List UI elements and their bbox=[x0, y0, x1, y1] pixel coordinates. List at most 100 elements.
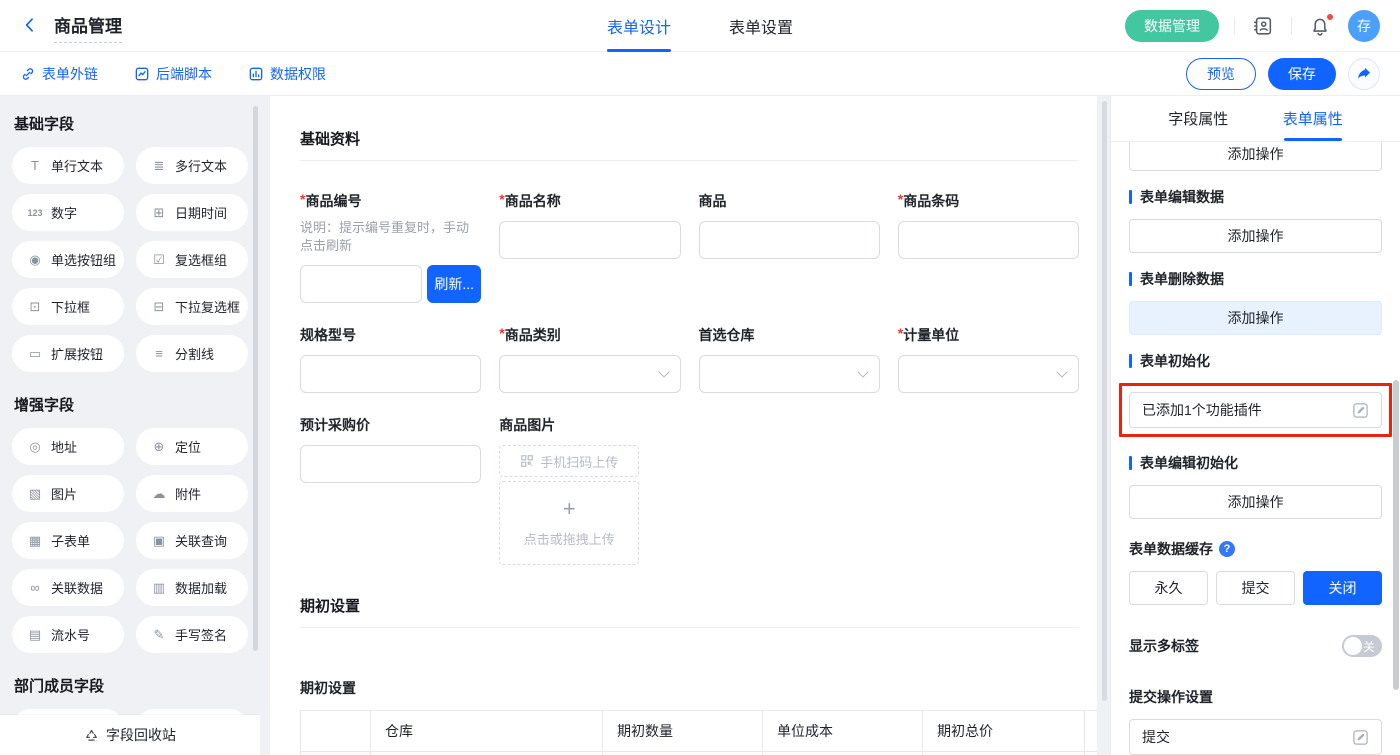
tab-form-settings[interactable]: 表单设置 bbox=[729, 0, 793, 52]
form-external-link[interactable]: 表单外链 bbox=[20, 64, 98, 84]
sidebar-item-number[interactable]: 123数字 bbox=[12, 194, 124, 231]
unit-select[interactable] bbox=[898, 355, 1079, 393]
add-action-button-edit-init[interactable]: 添加操作 bbox=[1129, 485, 1382, 519]
back-icon[interactable] bbox=[20, 15, 42, 37]
sidebar-item-signature[interactable]: ✎手写签名 bbox=[136, 616, 248, 653]
add-action-button-delete[interactable]: 添加操作 bbox=[1129, 301, 1382, 335]
data-load-icon: ▥ bbox=[151, 580, 167, 596]
field-unit[interactable]: *计量单位 bbox=[898, 325, 1079, 393]
data-manage-button[interactable]: 数据管理 bbox=[1125, 10, 1219, 42]
spec-model-input[interactable] bbox=[300, 355, 481, 393]
product-input[interactable] bbox=[699, 221, 880, 259]
sidebar-item-subform[interactable]: ▦子表单 bbox=[12, 522, 124, 559]
purchase-price-input[interactable] bbox=[300, 445, 481, 483]
field-purchase-price[interactable]: 预计采购价 bbox=[300, 415, 481, 565]
subform-title: 期初设置 bbox=[300, 678, 1079, 698]
field-label: 首选仓库 bbox=[699, 325, 880, 345]
form-canvas[interactable]: 基础资料 *商品编号 说明：提示编号重复时，手动点击刷新 刷新... *商品名称… bbox=[270, 96, 1097, 755]
share-icon[interactable] bbox=[1348, 58, 1380, 90]
add-action-button-top[interactable]: 添加操作 bbox=[1129, 142, 1382, 171]
notification-bell-icon[interactable] bbox=[1307, 13, 1333, 39]
cache-option-submit[interactable]: 提交 bbox=[1216, 571, 1295, 605]
sidebar-item-serial-number[interactable]: ▤流水号 bbox=[12, 616, 124, 653]
submit-action-field[interactable]: 提交 bbox=[1129, 719, 1382, 755]
drag-upload-label: 点击或拖拽上传 bbox=[524, 529, 615, 548]
signature-icon: ✎ bbox=[151, 627, 167, 643]
form-data-cache-label: 表单数据缓存 ? bbox=[1129, 539, 1382, 559]
product-barcode-input[interactable] bbox=[898, 221, 1079, 259]
sidebar-item-attachment[interactable]: ☁附件 bbox=[136, 475, 248, 512]
page-scrollbar[interactable] bbox=[1393, 380, 1399, 690]
sidebar-item-address[interactable]: ◎地址 bbox=[12, 428, 124, 465]
sidebar-scrollbar[interactable] bbox=[253, 106, 258, 651]
avatar[interactable]: 存 bbox=[1348, 10, 1380, 42]
cache-option-forever[interactable]: 永久 bbox=[1129, 571, 1208, 605]
subform-icon: ▦ bbox=[27, 533, 43, 549]
product-category-select[interactable] bbox=[499, 355, 680, 393]
panel-tabs: 字段属性 表单属性 bbox=[1111, 96, 1400, 142]
field-label: *商品名称 bbox=[499, 191, 680, 211]
save-button[interactable]: 保存 bbox=[1268, 58, 1336, 90]
sidebar-item-linked-query[interactable]: ▣关联查询 bbox=[136, 522, 248, 559]
preferred-warehouse-select[interactable] bbox=[699, 355, 880, 393]
field-product[interactable]: 商品 bbox=[699, 191, 880, 303]
divider bbox=[1234, 17, 1235, 35]
sidebar-groups: 基础字段T单行文本≣多行文本123数字⊞日期时间◉单选按钮组☑复选框组⊡下拉框⊟… bbox=[0, 113, 260, 755]
field-product-code[interactable]: *商品编号 说明：提示编号重复时，手动点击刷新 刷新... bbox=[300, 191, 481, 303]
preview-button[interactable]: 预览 bbox=[1186, 58, 1256, 90]
field-preferred-warehouse[interactable]: 首选仓库 bbox=[699, 325, 880, 393]
serial-number-icon: ▤ bbox=[27, 627, 43, 643]
sidebar-item-datetime[interactable]: ⊞日期时间 bbox=[136, 194, 248, 231]
notification-dot bbox=[1326, 13, 1334, 21]
sidebar-group-title: 部门成员字段 bbox=[14, 675, 246, 696]
edit-icon[interactable] bbox=[1352, 729, 1369, 746]
product-name-input[interactable] bbox=[499, 221, 680, 259]
sidebar-item-radio-group[interactable]: ◉单选按钮组 bbox=[12, 241, 124, 278]
edit-icon[interactable] bbox=[1352, 402, 1369, 419]
sidebar-item-checkbox-group[interactable]: ☑复选框组 bbox=[136, 241, 248, 278]
sidebar-item-data-load[interactable]: ▥数据加载 bbox=[136, 569, 248, 606]
contact-book-icon[interactable] bbox=[1250, 13, 1276, 39]
field-label: *计量单位 bbox=[898, 325, 1079, 345]
field-product-name[interactable]: *商品名称 bbox=[499, 191, 680, 303]
form-init-plugin-field[interactable]: 已添加1个功能插件 bbox=[1129, 392, 1382, 428]
field-product-image[interactable]: 商品图片 手机扫码上传 + 点击或拖拽上传 bbox=[499, 415, 680, 565]
tab-field-properties[interactable]: 字段属性 bbox=[1141, 96, 1256, 141]
sidebar-item-location[interactable]: ⊕定位 bbox=[136, 428, 248, 465]
tab-form-design[interactable]: 表单设计 bbox=[607, 0, 671, 52]
single-line-text-icon: T bbox=[27, 158, 43, 173]
section-divider bbox=[300, 160, 1079, 161]
refresh-button[interactable]: 刷新... bbox=[427, 265, 481, 303]
field-spec-model[interactable]: 规格型号 bbox=[300, 325, 481, 393]
drag-upload-area[interactable]: + 点击或拖拽上传 bbox=[499, 481, 639, 565]
data-permission-link[interactable]: 数据权限 bbox=[248, 64, 326, 84]
product-code-input[interactable] bbox=[300, 265, 422, 303]
attachment-icon: ☁ bbox=[151, 486, 167, 502]
sidebar-item-extend-button[interactable]: ▭扩展按钮 bbox=[12, 335, 124, 372]
sidebar-item-multi-line-text[interactable]: ≣多行文本 bbox=[136, 147, 248, 184]
tab-form-properties[interactable]: 表单属性 bbox=[1256, 96, 1371, 141]
add-action-button-edit[interactable]: 添加操作 bbox=[1129, 219, 1382, 253]
field-product-barcode[interactable]: *商品条码 bbox=[898, 191, 1079, 303]
field-recycle-bin[interactable]: 字段回收站 bbox=[0, 715, 260, 755]
backend-script-link[interactable]: 后端脚本 bbox=[134, 64, 212, 84]
sidebar-item-multi-select[interactable]: ⊟下拉复选框 bbox=[136, 288, 248, 325]
multi-tab-toggle[interactable]: 关 bbox=[1342, 635, 1382, 657]
main-tabs: 表单设计 表单设置 bbox=[607, 0, 793, 52]
field-product-category[interactable]: *商品类别 bbox=[499, 325, 680, 393]
field-label: *商品编号 bbox=[300, 191, 481, 211]
cache-option-close[interactable]: 关闭 bbox=[1303, 571, 1382, 605]
sidebar-item-divider[interactable]: ≡分割线 bbox=[136, 335, 248, 372]
sidebar-item-image[interactable]: ▧图片 bbox=[12, 475, 124, 512]
linked-query-icon: ▣ bbox=[151, 533, 167, 549]
scan-upload-button[interactable]: 手机扫码上传 bbox=[499, 445, 639, 477]
canvas-scrollbar[interactable] bbox=[1102, 101, 1107, 701]
subform-table[interactable]: 仓库期初数量单位成本期初总价商1 bbox=[300, 710, 1097, 755]
sidebar-item-select[interactable]: ⊡下拉框 bbox=[12, 288, 124, 325]
help-icon[interactable]: ? bbox=[1219, 541, 1235, 557]
top-bar: 商品管理 表单设计 表单设置 数据管理 存 bbox=[0, 0, 1400, 52]
sidebar-item-single-line-text[interactable]: T单行文本 bbox=[12, 147, 124, 184]
sidebar-item-linked-data[interactable]: ∞关联数据 bbox=[12, 569, 124, 606]
panel-scroll-content: 添加操作 表单编辑数据 添加操作 表单删除数据 添加操作 表单初始化 已添加1个… bbox=[1111, 142, 1400, 755]
divider-icon: ≡ bbox=[151, 346, 167, 361]
